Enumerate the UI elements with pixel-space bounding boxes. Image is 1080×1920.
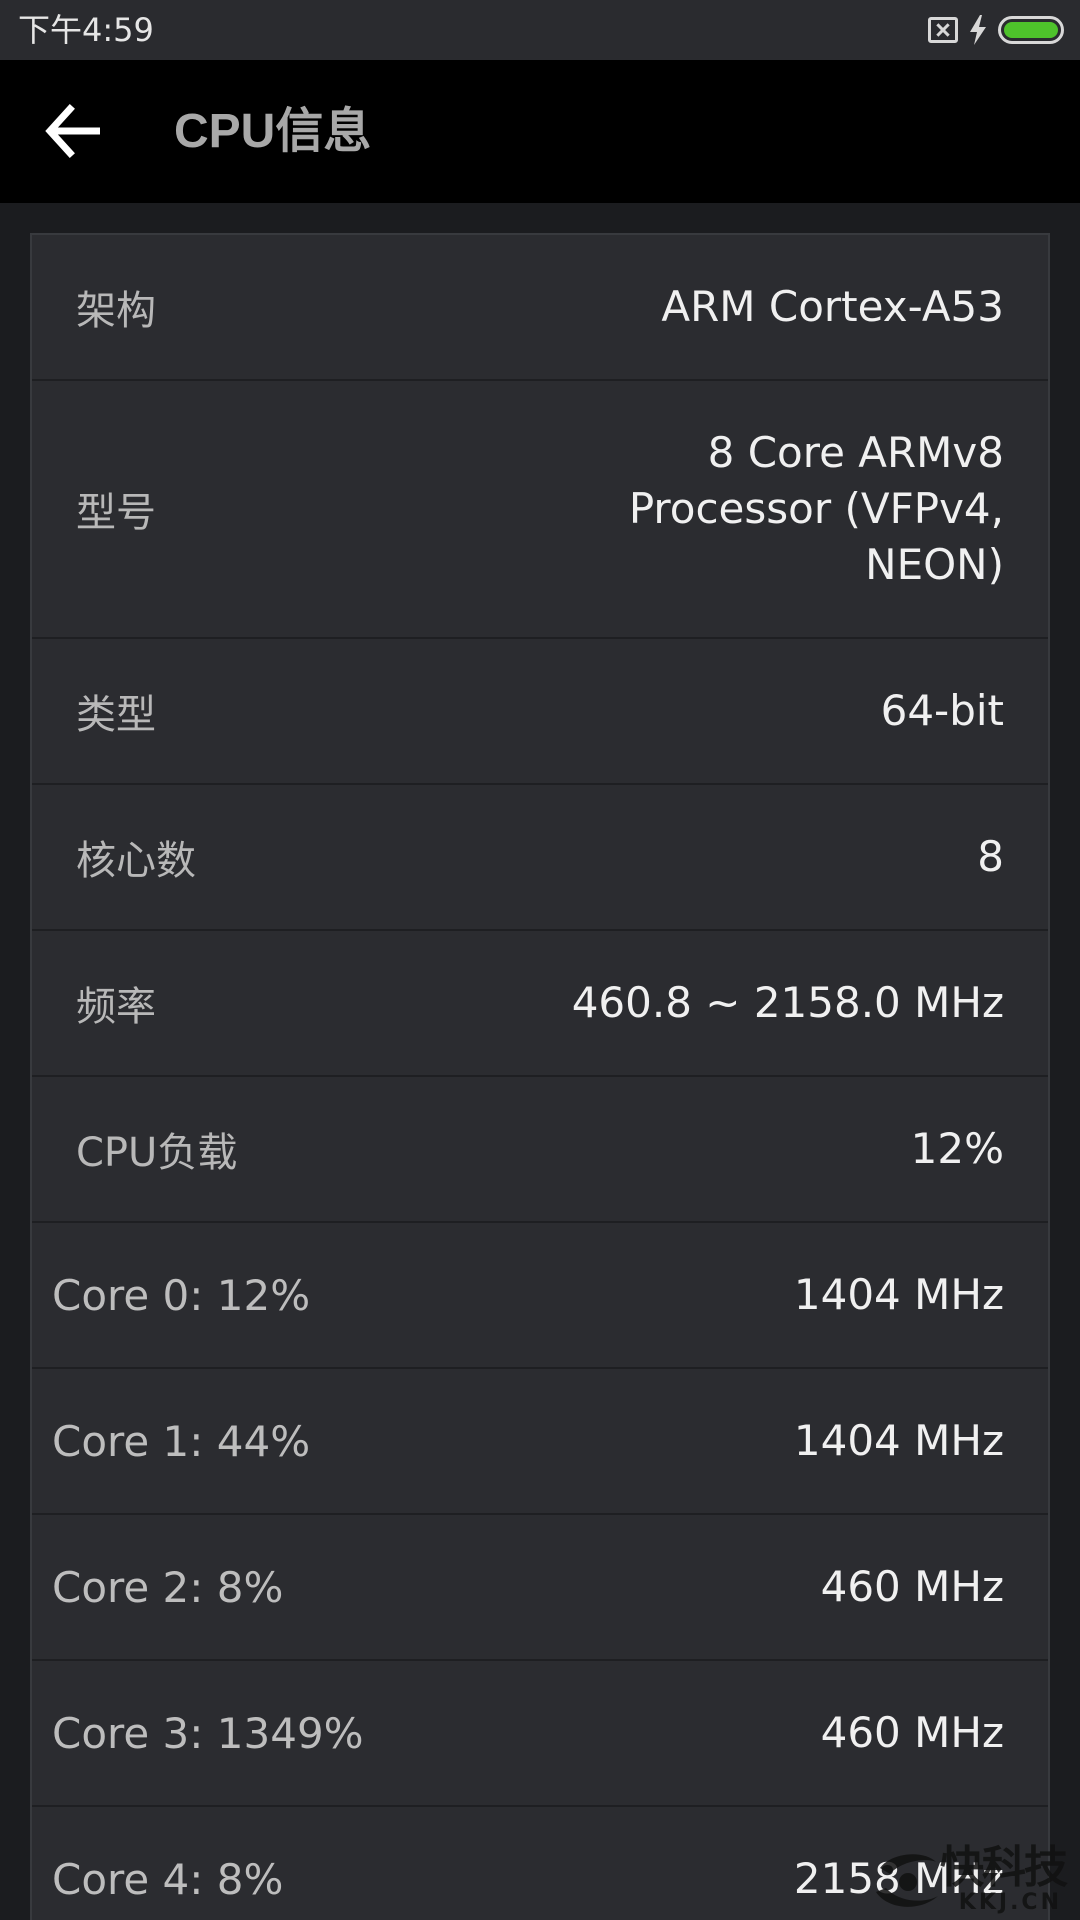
battery-icon <box>998 16 1064 44</box>
row-label: 型号 <box>76 490 156 536</box>
back-button[interactable] <box>44 101 104 161</box>
row-value: 8 <box>977 832 1004 881</box>
core-frequency: 1404 MHz <box>793 1416 1004 1465</box>
core-label: Core 1: 44% <box>52 1416 311 1466</box>
core-frequency: 1404 MHz <box>793 1270 1004 1319</box>
core-label: Core 2: 8% <box>52 1562 284 1612</box>
page-title: CPU信息 <box>174 105 372 158</box>
core-frequency: 460 MHz <box>820 1562 1004 1611</box>
app-bar: CPU信息 <box>0 60 1080 203</box>
cpu-info-card: 架构 ARM Cortex-A53 型号 8 Core ARMv8 Proces… <box>30 233 1050 1920</box>
row-value: 8 Core ARMv8 Processor (VFPv4, NEON) <box>628 428 1004 589</box>
watermark-logo-icon <box>876 1854 938 1907</box>
info-row-cpu-load: CPU负载 12% <box>32 1077 1048 1223</box>
watermark-en: KKJ.CN <box>958 1890 1062 1915</box>
row-value: 12% <box>910 1124 1004 1173</box>
row-label: 类型 <box>76 692 156 738</box>
core-row-0: Core 0: 12% 1404 MHz <box>32 1223 1048 1369</box>
status-bar: 下午4:59 <box>0 0 1080 60</box>
info-row-model: 型号 8 Core ARMv8 Processor (VFPv4, NEON) <box>32 381 1048 639</box>
info-row-frequency: 频率 460.8 ~ 2158.0 MHz <box>32 931 1048 1077</box>
back-arrow-icon <box>45 104 100 158</box>
row-label: 频率 <box>76 984 156 1030</box>
row-value: 460.8 ~ 2158.0 MHz <box>571 978 1004 1027</box>
watermark-cn: 快科技 <box>940 1842 1068 1893</box>
core-frequency: 460 MHz <box>820 1708 1004 1757</box>
row-label: CPU负载 <box>76 1130 238 1176</box>
row-value: 64-bit <box>880 686 1004 735</box>
row-value: ARM Cortex-A53 <box>661 282 1004 331</box>
core-label: Core 3: 1349% <box>52 1708 364 1758</box>
screen: 下午4:59 CPU信息 架构 ARM Cortex-A53 型号 8 Core… <box>0 0 1080 1920</box>
info-row-type: 类型 64-bit <box>32 639 1048 785</box>
status-icons <box>928 12 1064 48</box>
info-row-architecture: 架构 ARM Cortex-A53 <box>32 235 1048 381</box>
sim-absent-icon <box>928 17 958 43</box>
info-row-core-count: 核心数 8 <box>32 785 1048 931</box>
row-label: 架构 <box>76 288 156 334</box>
core-row-3: Core 3: 1349% 460 MHz <box>32 1661 1048 1807</box>
battery-level-fill <box>1004 22 1058 38</box>
core-row-1: Core 1: 44% 1404 MHz <box>32 1369 1048 1515</box>
core-label: Core 0: 12% <box>52 1270 311 1320</box>
core-row-2: Core 2: 8% 460 MHz <box>32 1515 1048 1661</box>
charging-bolt-icon <box>970 15 986 45</box>
core-label: Core 4: 8% <box>52 1854 284 1904</box>
status-time: 下午4:59 <box>18 11 154 49</box>
watermark: 快科技 KKJ.CN <box>872 1840 1072 1920</box>
row-label: 核心数 <box>76 838 196 884</box>
